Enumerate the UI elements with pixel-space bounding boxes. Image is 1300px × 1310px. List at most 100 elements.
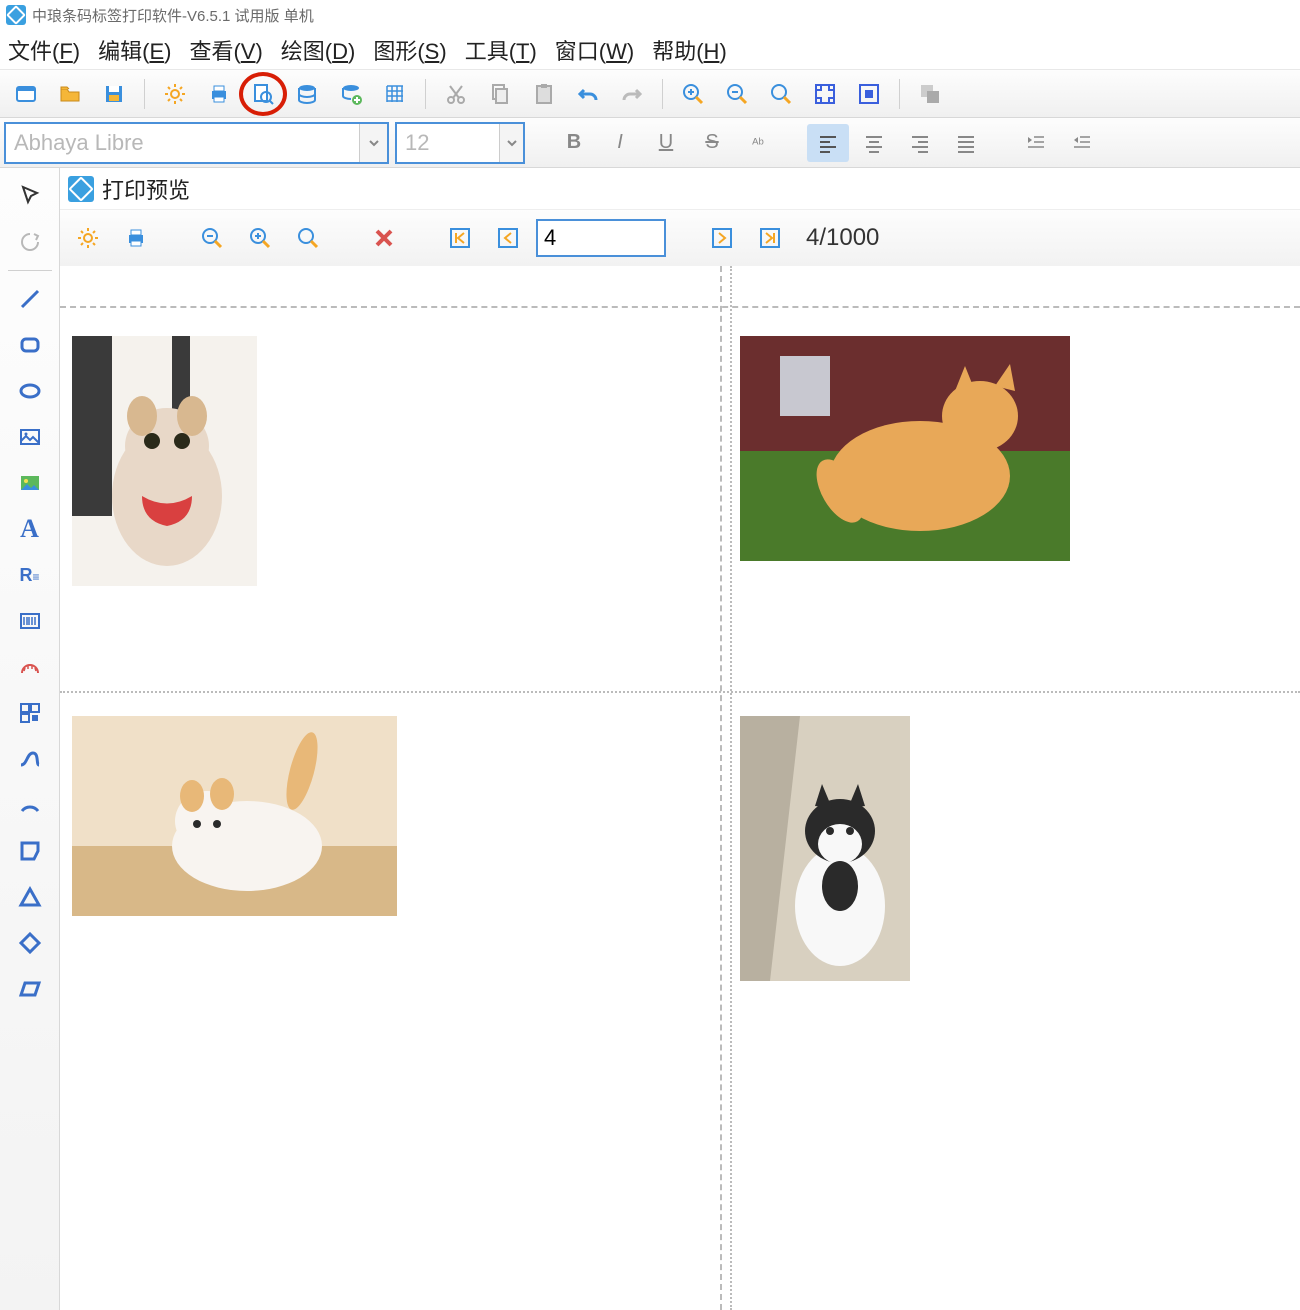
label-image-4 xyxy=(740,716,910,981)
open-button[interactable] xyxy=(50,76,90,112)
font-size-dropdown[interactable] xyxy=(499,124,523,162)
triangle-tool[interactable] xyxy=(8,875,52,919)
preview-panel: 打印预览 4/1000 xyxy=(60,168,1300,1310)
label-image-1 xyxy=(72,336,257,586)
preview-canvas[interactable] xyxy=(60,266,1300,1310)
parallelogram-tool[interactable] xyxy=(8,967,52,1011)
preview-close-button[interactable] xyxy=(364,218,404,258)
database-button[interactable] xyxy=(287,76,327,112)
guide-line xyxy=(730,266,732,1310)
polygon-tool[interactable] xyxy=(8,829,52,873)
new-button[interactable] xyxy=(6,76,46,112)
undo-button[interactable] xyxy=(568,76,608,112)
menu-view[interactable]: 查看(V) xyxy=(189,34,262,66)
preview-title: 打印预览 xyxy=(102,173,190,205)
qrcode-tool[interactable] xyxy=(8,691,52,735)
settings-button[interactable] xyxy=(155,76,195,112)
rounded-rect-tool[interactable] xyxy=(8,323,52,367)
font-name-combo[interactable] xyxy=(4,122,389,164)
underline-button[interactable]: U xyxy=(645,124,687,162)
copy-button[interactable] xyxy=(480,76,520,112)
next-page-button[interactable] xyxy=(702,218,742,258)
rotate-tool[interactable] xyxy=(8,220,52,264)
text-tool[interactable]: A xyxy=(8,507,52,551)
arc-barcode-tool[interactable] xyxy=(8,645,52,689)
cut-button[interactable] xyxy=(436,76,476,112)
preview-toolbar: 4/1000 xyxy=(60,210,1300,266)
preview-zoom-out-button[interactable] xyxy=(192,218,232,258)
diamond-tool[interactable] xyxy=(8,921,52,965)
curve-tool[interactable] xyxy=(8,737,52,781)
last-page-button[interactable] xyxy=(750,218,790,258)
zoom-out-button[interactable] xyxy=(717,76,757,112)
italic-button[interactable]: I xyxy=(599,124,641,162)
page-input[interactable] xyxy=(536,219,666,257)
menu-file[interactable]: 文件(F) xyxy=(8,34,80,66)
preview-zoom-in-button[interactable] xyxy=(240,218,280,258)
preview-zoom-fit-button[interactable] xyxy=(288,218,328,258)
menu-edit[interactable]: 编辑(E) xyxy=(98,34,171,66)
arc-tool[interactable] xyxy=(8,783,52,827)
image-tool[interactable] xyxy=(8,461,52,505)
window-title: 中琅条码标签打印软件-V6.5.1 试用版 单机 xyxy=(32,5,314,26)
barcode-tool[interactable] xyxy=(8,599,52,643)
left-toolbox: A R≡ xyxy=(0,168,60,1310)
zoom-fit-button[interactable] xyxy=(761,76,801,112)
select-tool[interactable] xyxy=(8,174,52,218)
ellipse-tool[interactable] xyxy=(8,369,52,413)
align-left-button[interactable] xyxy=(807,124,849,162)
preview-header: 打印预览 xyxy=(60,168,1300,210)
align-justify-button[interactable] xyxy=(945,124,987,162)
indent-dec-button[interactable] xyxy=(1061,124,1103,162)
guide-line xyxy=(720,266,722,1310)
redo-button[interactable] xyxy=(612,76,652,112)
guide-line xyxy=(60,691,1300,693)
font-size-combo[interactable] xyxy=(395,122,525,164)
align-center-button[interactable] xyxy=(853,124,895,162)
separator xyxy=(144,79,145,109)
paste-button[interactable] xyxy=(524,76,564,112)
page-counter: 4/1000 xyxy=(806,224,879,252)
preview-icon xyxy=(68,176,94,202)
font-toolbar: B I U S ᴬᵇ xyxy=(0,118,1300,168)
label-image-3 xyxy=(72,716,397,916)
main-toolbar xyxy=(0,70,1300,118)
save-button[interactable] xyxy=(94,76,134,112)
separator xyxy=(8,270,52,271)
fit-page-button[interactable] xyxy=(805,76,845,112)
strikethrough-button[interactable]: S xyxy=(691,124,733,162)
indent-inc-button[interactable] xyxy=(1015,124,1057,162)
preview-settings-button[interactable] xyxy=(68,218,108,258)
menu-help[interactable]: 帮助(H) xyxy=(652,34,727,66)
align-right-button[interactable] xyxy=(899,124,941,162)
separator xyxy=(425,79,426,109)
menu-window[interactable]: 窗口(W) xyxy=(555,34,634,66)
print-button[interactable] xyxy=(199,76,239,112)
label-image-2 xyxy=(740,336,1070,561)
title-bar: 中琅条码标签打印软件-V6.5.1 试用版 单机 xyxy=(0,0,1300,30)
zoom-in-button[interactable] xyxy=(673,76,713,112)
font-size-input[interactable] xyxy=(397,124,499,162)
prev-page-button[interactable] xyxy=(488,218,528,258)
fit-selection-button[interactable] xyxy=(849,76,889,112)
print-preview-button[interactable] xyxy=(243,76,283,112)
separator xyxy=(899,79,900,109)
first-page-button[interactable] xyxy=(440,218,480,258)
menu-tool[interactable]: 工具(T) xyxy=(465,34,537,66)
menu-shape[interactable]: 图形(S) xyxy=(373,34,446,66)
bold-button[interactable]: B xyxy=(553,124,595,162)
richtext-tool[interactable]: R≡ xyxy=(8,553,52,597)
font-name-input[interactable] xyxy=(6,124,359,162)
superscript-button[interactable]: ᴬᵇ xyxy=(737,124,779,162)
database-add-button[interactable] xyxy=(331,76,371,112)
layers-button[interactable] xyxy=(910,76,950,112)
menu-draw[interactable]: 绘图(D) xyxy=(281,34,356,66)
preview-print-button[interactable] xyxy=(116,218,156,258)
image-frame-tool[interactable] xyxy=(8,415,52,459)
line-tool[interactable] xyxy=(8,277,52,321)
font-name-dropdown[interactable] xyxy=(359,124,387,162)
app-icon xyxy=(6,5,26,25)
grid-button[interactable] xyxy=(375,76,415,112)
guide-line xyxy=(60,306,1300,308)
menu-bar: 文件(F) 编辑(E) 查看(V) 绘图(D) 图形(S) 工具(T) 窗口(W… xyxy=(0,30,1300,70)
